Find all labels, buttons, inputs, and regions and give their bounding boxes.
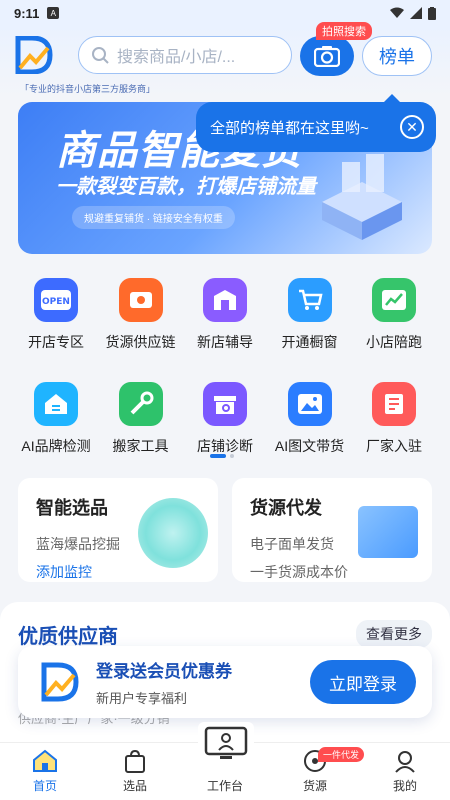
status-bar: 9:11 A [0, 0, 450, 26]
nav-label: 选品 [122, 779, 147, 793]
store-diagnosis-icon [203, 382, 247, 426]
camera-icon [314, 46, 340, 67]
workstation-icon[interactable] [198, 722, 254, 768]
home-icon [33, 749, 57, 772]
login-subtitle: 新用户专享福利 [96, 691, 188, 706]
grid-label: 小店陪跑 [366, 334, 422, 350]
grid-label: 搬家工具 [112, 438, 169, 454]
grid-label: 开店专区 [28, 334, 84, 350]
chart-icon [372, 278, 416, 322]
supply-chain-icon [118, 278, 163, 322]
nav-label: 我的 [392, 779, 417, 793]
status-icons [390, 6, 436, 20]
cubes-illustration [322, 154, 402, 240]
status-time: 9:11 [14, 5, 40, 21]
nav-label: 工作台 [206, 779, 243, 793]
open-shop-icon: OPEN [34, 278, 78, 322]
supply-dropship-card[interactable]: 货源代发 电子面单发货 一手货源成本价 [232, 478, 432, 582]
section-title: 优质供应商 [18, 626, 118, 648]
photo-search-badge: 拍照搜索 [316, 22, 372, 40]
nav-label: 首页 [32, 779, 57, 793]
grid-label: 厂家入驻 [366, 438, 422, 454]
home-check-icon [34, 382, 78, 426]
grid-item-supply-chain[interactable]: 货源供应链 [99, 272, 183, 364]
close-icon[interactable]: ✕ [400, 115, 424, 139]
page-indicator [210, 454, 234, 458]
camera-search-button[interactable] [300, 36, 354, 76]
grid-item-store-accompany[interactable]: 小店陪跑 [352, 272, 436, 364]
rank-tooltip: 全部的榜单都在这里哟~ ✕ [196, 94, 436, 152]
view-more-button[interactable]: 查看更多 [356, 620, 432, 648]
image-icon [287, 382, 332, 426]
login-button[interactable]: 立即登录 [310, 660, 416, 704]
page-dot-active [210, 454, 226, 458]
grid-item-ai-image-text[interactable]: AI图文带货 [268, 376, 352, 468]
app-logo [41, 662, 79, 702]
battery-icon [428, 6, 436, 20]
card-subtitle-2: 一手货源成本价 [250, 564, 348, 580]
tagline: 「专业的抖音小店第三方服务商」 [20, 84, 156, 94]
shopping-bag-icon [125, 749, 145, 773]
package-icon [358, 506, 418, 558]
feature-grid-row: OPEN 开店专区 货源供应链 新店辅导 开通橱窗 小店陪跑 [14, 272, 436, 364]
signal-icon [410, 7, 422, 19]
radar-icon [138, 498, 208, 568]
search-icon [92, 47, 109, 64]
banner-pill: 规避重复铺货 · 链接安全有权重 [72, 206, 235, 229]
nav-label: 货源 [302, 779, 327, 793]
grid-item-open-shop[interactable]: OPEN 开店专区 [14, 272, 98, 364]
header: 「专业的抖音小店第三方服务商」 搜索商品/小店/... 拍照搜索 榜单 [0, 22, 450, 96]
feature-grid: OPEN 开店专区 货源供应链 新店辅导 开通橱窗 小店陪跑 AI品牌检测 搬家… [14, 272, 436, 480]
notification-icon: A [47, 7, 60, 19]
factory-icon [372, 382, 416, 426]
login-title: 登录送会员优惠券 [96, 662, 232, 681]
grid-label: 货源供应链 [105, 334, 176, 350]
page-dot [230, 454, 234, 458]
grid-label: AI图文带货 [274, 438, 345, 454]
search-input[interactable]: 搜索商品/小店/... [78, 36, 292, 74]
grid-label: AI品牌检测 [21, 438, 91, 454]
login-text: 登录送会员优惠券 新用户专享福利 [96, 657, 232, 707]
app-logo [15, 36, 53, 74]
nav-home[interactable]: 首页 [0, 743, 90, 800]
nav-supply[interactable]: 一件代发 货源 [270, 743, 365, 800]
dropship-badge: 一件代发 [318, 747, 365, 762]
grid-item-ai-brand-check[interactable]: AI品牌检测 [14, 376, 98, 468]
login-promo-banner: 登录送会员优惠券 新用户专享福利 立即登录 [18, 646, 432, 718]
svg-text:OPEN: OPEN [42, 297, 70, 307]
profile-icon [395, 751, 415, 773]
cart-icon [287, 278, 332, 322]
grid-item-factory-join[interactable]: 厂家入驻 [352, 376, 436, 468]
nav-profile[interactable]: 我的 [360, 743, 450, 800]
tooltip-text: 全部的榜单都在这里哟~ [210, 119, 369, 137]
smart-selection-card[interactable]: 智能选品 蓝海爆品挖掘 添加监控 [18, 478, 218, 582]
grid-item-open-window[interactable]: 开通橱窗 [268, 272, 352, 364]
grid-item-move-tool[interactable]: 搬家工具 [99, 376, 183, 468]
grid-label: 店铺诊断 [197, 438, 253, 454]
nav-selection[interactable]: 选品 [90, 743, 180, 800]
wrench-icon [118, 382, 163, 426]
wifi-icon [390, 7, 404, 18]
new-store-guide-icon [203, 278, 247, 322]
banner-subtitle: 一款裂变百款，打爆店铺流量 [56, 176, 316, 198]
grid-label: 开通橱窗 [281, 334, 338, 350]
grid-label: 新店辅导 [197, 334, 253, 350]
search-placeholder: 搜索商品/小店/... [117, 49, 236, 66]
rank-button[interactable]: 榜单 [362, 36, 432, 76]
grid-item-new-store-guide[interactable]: 新店辅导 [183, 272, 267, 364]
